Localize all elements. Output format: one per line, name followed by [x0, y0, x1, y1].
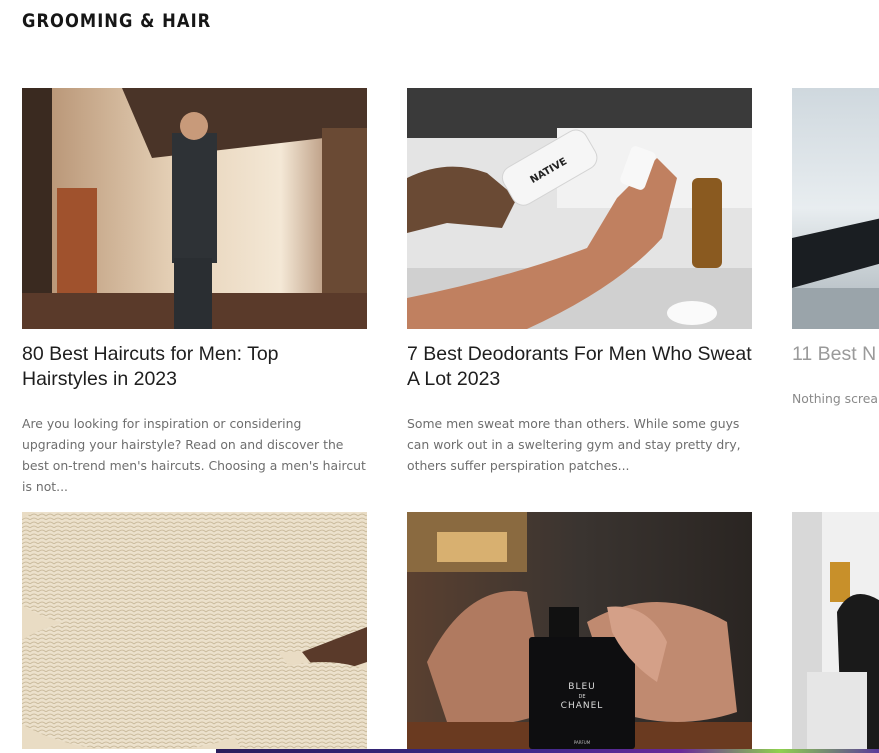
section-title: GROOMING & HAIR	[22, 10, 212, 32]
article-thumbnail-loofah[interactable]	[22, 512, 367, 749]
article-thumbnail-cologne[interactable]: BLEU DE CHANEL PARFUM	[407, 512, 752, 749]
article-card-loofah[interactable]	[22, 512, 367, 753]
article-thumbnail-bag[interactable]	[792, 512, 879, 749]
article-excerpt: Nothing screar At least that's w purpose…	[792, 391, 879, 406]
article-thumbnail-deodorants[interactable]: NATIVE	[407, 88, 752, 329]
article-card-bathroom[interactable]: 11 Best N Bathroom Nothing screar At lea…	[792, 88, 879, 409]
bottom-banner-strip	[216, 749, 879, 753]
product-label-bleu: BLEU	[568, 682, 595, 692]
article-card-haircuts[interactable]: 80 Best Haircuts for Men: Top Hairstyles…	[22, 88, 367, 497]
article-excerpt: Some men sweat more than others. While s…	[407, 416, 741, 473]
article-thumbnail-bathroom[interactable]	[792, 88, 879, 329]
product-label-chanel: CHANEL	[561, 701, 604, 711]
article-card-bag[interactable]	[792, 512, 879, 753]
article-title[interactable]: 11 Best N Bathroom	[792, 342, 879, 367]
product-label-de: DE	[578, 694, 585, 700]
article-title[interactable]: 80 Best Haircuts for Men: Top Hairstyles…	[22, 342, 367, 392]
article-excerpt: Are you looking for inspiration or consi…	[22, 416, 366, 494]
article-title[interactable]: 7 Best Deodorants For Men Who Sweat A Lo…	[407, 342, 752, 392]
article-card-cologne[interactable]: BLEU DE CHANEL PARFUM	[407, 512, 752, 753]
product-label-parfum: PARFUM	[574, 740, 591, 745]
page: GROOMING & HAIR 80 Best Haircuts for Men…	[0, 0, 879, 753]
article-thumbnail-haircuts[interactable]	[22, 88, 367, 329]
article-card-deodorants[interactable]: NATIVE 7 Best Deodorants For Men Who Swe…	[407, 88, 752, 476]
